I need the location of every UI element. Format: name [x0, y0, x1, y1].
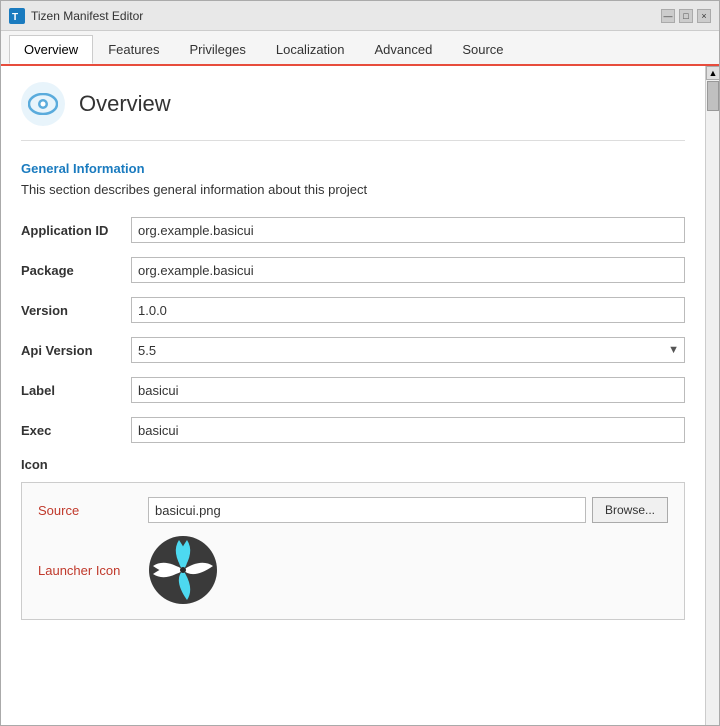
exec-row: Exec — [21, 417, 685, 443]
tab-overview[interactable]: Overview — [9, 35, 93, 64]
overview-header: Overview — [21, 66, 685, 141]
launcher-icon-label: Launcher Icon — [38, 563, 148, 578]
app-id-input[interactable] — [131, 217, 685, 243]
browse-button[interactable]: Browse... — [592, 497, 668, 523]
icon-section: Icon Source Browse... Launcher Icon — [21, 457, 685, 620]
scrollbar-track[interactable]: ▲ — [705, 66, 719, 725]
exec-input[interactable] — [131, 417, 685, 443]
app-id-label: Application ID — [21, 223, 131, 238]
scrollbar-thumb[interactable] — [707, 81, 719, 111]
minimize-button[interactable]: — — [661, 9, 675, 23]
label-input[interactable] — [131, 377, 685, 403]
api-version-label: Api Version — [21, 343, 131, 358]
version-row: Version — [21, 297, 685, 323]
launcher-icon-image — [148, 535, 218, 605]
tab-localization[interactable]: Localization — [261, 35, 360, 64]
source-input-wrapper: Browse... — [148, 497, 668, 523]
tab-bar: Overview Features Privileges Localizatio… — [1, 31, 719, 66]
version-input[interactable] — [131, 297, 685, 323]
eye-icon — [28, 93, 58, 115]
icon-label-row: Icon — [21, 457, 685, 472]
launcher-icon-row: Launcher Icon — [38, 535, 668, 605]
app-id-row: Application ID — [21, 217, 685, 243]
label-row: Label — [21, 377, 685, 403]
package-label: Package — [21, 263, 131, 278]
window-controls: — □ × — [661, 9, 711, 23]
icon-box: Source Browse... Launcher Icon — [21, 482, 685, 620]
api-version-row: Api Version 5.5 5.0 4.0 ▼ — [21, 337, 685, 363]
title-bar: T Tizen Manifest Editor — □ × — [1, 1, 719, 31]
package-input[interactable] — [131, 257, 685, 283]
tab-advanced[interactable]: Advanced — [360, 35, 448, 64]
overview-title: Overview — [79, 91, 171, 117]
content-area: ▲ Overview General Information This sect… — [1, 66, 719, 725]
main-window: T Tizen Manifest Editor — □ × Overview F… — [0, 0, 720, 726]
icon-section-label: Icon — [21, 457, 131, 472]
scroll-up-button[interactable]: ▲ — [706, 66, 719, 80]
close-button[interactable]: × — [697, 9, 711, 23]
section-desc: This section describes general informati… — [21, 182, 685, 197]
api-version-select[interactable]: 5.5 5.0 4.0 — [131, 337, 685, 363]
overview-icon-circle — [21, 82, 65, 126]
label-label: Label — [21, 383, 131, 398]
maximize-button[interactable]: □ — [679, 9, 693, 23]
icon-source-row: Source Browse... — [38, 497, 668, 523]
main-content: Overview General Information This sectio… — [1, 66, 705, 640]
source-label: Source — [38, 503, 148, 518]
package-row: Package — [21, 257, 685, 283]
tab-privileges[interactable]: Privileges — [175, 35, 261, 64]
app-icon: T — [9, 8, 25, 24]
tab-features[interactable]: Features — [93, 35, 174, 64]
section-title: General Information — [21, 161, 685, 176]
svg-text:T: T — [12, 12, 18, 23]
title-bar-left: T Tizen Manifest Editor — [9, 8, 143, 24]
window-title: Tizen Manifest Editor — [31, 9, 143, 23]
exec-label: Exec — [21, 423, 131, 438]
source-input[interactable] — [148, 497, 586, 523]
api-version-select-wrapper: 5.5 5.0 4.0 ▼ — [131, 337, 685, 363]
tab-source[interactable]: Source — [447, 35, 518, 64]
version-label: Version — [21, 303, 131, 318]
